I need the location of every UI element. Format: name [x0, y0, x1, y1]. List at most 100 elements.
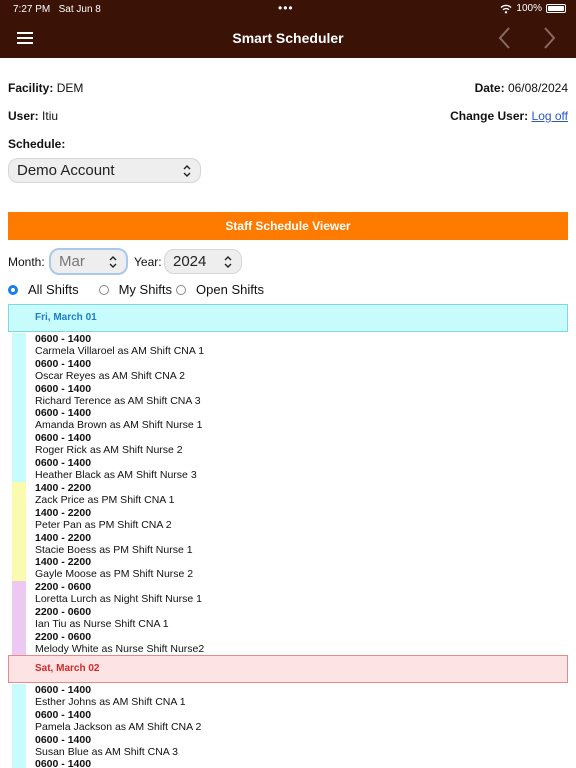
- date-label: Date:: [474, 81, 505, 95]
- shift-assignee: Zack Price as PM Shift CNA 1: [35, 494, 175, 506]
- shift-entry[interactable]: 2200 - 0600 Melody White as Nurse Shift N…: [35, 631, 568, 656]
- pm-shift-stripe: [12, 482, 26, 582]
- all-shifts-label: All Shifts: [28, 282, 79, 297]
- app-title: Smart Scheduler: [232, 30, 344, 46]
- schedule-list: Fri, March 01 0600 - 1400 Carmela Villaro…: [0, 304, 576, 768]
- month-select-value: Mar: [59, 253, 85, 270]
- user-value: Itiu: [42, 109, 59, 123]
- app-header: 7:27 PM Sat Jun 8 ••• 100% Smart Schedul…: [0, 0, 576, 58]
- schedule-label-row: Schedule:: [8, 137, 65, 151]
- previous-arrow-icon[interactable]: [495, 26, 515, 50]
- status-bar: 7:27 PM Sat Jun 8 ••• 100%: [0, 0, 576, 18]
- select-chevron-icon: [183, 165, 191, 177]
- shift-assignee: Ian Tiu as Nurse Shift CNA 1: [35, 617, 169, 630]
- shift-group-pm: 1400 - 2200 Zack Price as PM Shift CNA 1 …: [12, 482, 568, 582]
- open-shifts-label: Open Shifts: [196, 282, 264, 297]
- year-label: Year:: [134, 255, 162, 269]
- shift-entry[interactable]: 0600 - 1400 Susan Blue as AM Shift CNA 3: [35, 734, 568, 759]
- shift-entry[interactable]: 0600 - 1400 Pamela Jackson as AM Shift CN…: [35, 709, 568, 734]
- am-shift-stripe: [12, 333, 26, 482]
- day-header: Fri, March 01: [8, 304, 568, 332]
- user-label: User:: [8, 109, 39, 123]
- date-value: 06/08/2024: [507, 81, 568, 95]
- shift-group-am: 0600 - 1400 Esther Johns as AM Shift CNA …: [12, 684, 568, 768]
- shift-time: 0600 - 1400: [35, 733, 92, 746]
- status-date: Sat Jun 8: [58, 4, 101, 15]
- shift-time: 0600 - 1400: [35, 432, 92, 445]
- year-select[interactable]: 2024: [164, 249, 242, 274]
- month-label: Month:: [8, 255, 45, 269]
- shift-entry[interactable]: 0600 - 1400 Heather Black as AM Shift Nur…: [35, 457, 568, 482]
- shift-assignee: Peter Pan as PM Shift CNA 2: [35, 518, 172, 531]
- facility-label: Facility:: [8, 81, 54, 95]
- next-arrow-icon[interactable]: [539, 26, 559, 50]
- shift-time: 0600 - 1400: [35, 357, 92, 370]
- logoff-link[interactable]: Log off: [532, 109, 568, 123]
- shift-time: 0600 - 1400: [35, 708, 92, 721]
- my-shifts-label: My Shifts: [118, 282, 173, 297]
- my-shifts-radio[interactable]: [98, 284, 109, 295]
- shift-time: 0600 - 1400: [35, 684, 92, 696]
- status-time: 7:27 PM Sat Jun 8: [13, 4, 101, 15]
- battery-percent: 100%: [516, 3, 542, 14]
- shift-time: 1400 - 2200: [35, 531, 92, 544]
- shift-filter-radios: All Shifts My Shifts Open Shifts: [8, 282, 264, 297]
- shift-group-am: 0600 - 1400 Carmela Villaroel as AM Shift…: [12, 333, 568, 482]
- day-title: Sat, March 02: [35, 663, 100, 674]
- shift-assignee: Stacie Boess as PM Shift Nurse 1: [35, 543, 193, 556]
- facility-row: Facility: DEM: [8, 81, 83, 95]
- multitask-dots-icon[interactable]: •••: [278, 1, 294, 15]
- shift-entry[interactable]: 0600 - 1400 Roger Rick as AM Shift Nurse …: [35, 432, 568, 457]
- day-header: Sat, March 02: [8, 655, 568, 683]
- shift-entry[interactable]: 0600 - 1400 Esther Johns as AM Shift CNA …: [35, 684, 568, 709]
- shift-time: 1400 - 2200: [35, 506, 92, 519]
- month-select[interactable]: Mar: [49, 248, 128, 275]
- shift-entry[interactable]: 2200 - 0600 Loretta Lurch as Night Shift …: [35, 581, 568, 606]
- shift-time: 0600 - 1400: [35, 407, 92, 420]
- change-user-label: Change User:: [450, 109, 529, 123]
- user-row: User: Itiu: [8, 109, 58, 123]
- open-shifts-radio[interactable]: [176, 284, 187, 295]
- shift-assignee: Gayle Moose as PM Shift Nurse 2: [35, 568, 194, 581]
- status-clock: 7:27 PM: [13, 4, 51, 15]
- shift-assignee: Loretta Lurch as Night Shift Nurse 1: [35, 593, 202, 605]
- shift-time: 2200 - 0600: [35, 581, 92, 593]
- shift-time: 0600 - 1400: [35, 758, 92, 768]
- shift-entry[interactable]: 0600 - 1400: [35, 758, 568, 768]
- shift-time: 1400 - 2200: [35, 482, 92, 494]
- shift-assignee: Pamela Jackson as AM Shift CNA 2: [35, 720, 202, 733]
- shift-entry[interactable]: 1400 - 2200 Zack Price as PM Shift CNA 1: [35, 482, 568, 507]
- wifi-icon: [500, 4, 512, 13]
- shift-entry[interactable]: 0600 - 1400 Oscar Reyes as AM Shift CNA 2: [35, 358, 568, 383]
- shift-entry[interactable]: 2200 - 0600 Ian Tiu as Nurse Shift CNA 1: [35, 606, 568, 631]
- shift-time: 0600 - 1400: [35, 382, 92, 395]
- shift-time: 0600 - 1400: [35, 456, 92, 469]
- shift-entry[interactable]: 1400 - 2200 Stacie Boess as PM Shift Nurs…: [35, 532, 568, 557]
- am-shift-stripe: [12, 684, 26, 768]
- schedule-select-value: Demo Account: [17, 162, 115, 179]
- day-title: Fri, March 01: [35, 312, 97, 323]
- shift-time: 2200 - 0600: [35, 630, 92, 643]
- shift-entry[interactable]: 1400 - 2200 Gayle Moose as PM Shift Nurse…: [35, 556, 568, 581]
- shift-entry[interactable]: 0600 - 1400 Richard Terence as AM Shift C…: [35, 383, 568, 408]
- shift-entry[interactable]: 0600 - 1400 Amanda Brown as AM Shift Nurs…: [35, 407, 568, 432]
- year-chevron-icon: [224, 256, 232, 268]
- shift-time: 0600 - 1400: [35, 333, 92, 345]
- night-shift-stripe: [12, 581, 26, 656]
- shift-assignee: Amanda Brown as AM Shift Nurse 1: [35, 419, 203, 432]
- shift-assignee: Melody White as Nurse Shift Nurse2: [35, 642, 205, 655]
- status-indicators: 100%: [500, 3, 566, 14]
- schedule-select[interactable]: Demo Account: [8, 158, 201, 183]
- change-user-row: Change User: Log off: [450, 109, 568, 123]
- year-select-value: 2024: [173, 253, 207, 270]
- all-shifts-radio[interactable]: [8, 284, 18, 295]
- shift-time: 1400 - 2200: [35, 556, 92, 569]
- shift-assignee: Heather Black as AM Shift Nurse 3: [35, 468, 197, 481]
- shift-group-night: 2200 - 0600 Loretta Lurch as Night Shift …: [12, 581, 568, 656]
- facility-value: DEM: [56, 81, 84, 95]
- shift-entry[interactable]: 1400 - 2200 Peter Pan as PM Shift CNA 2: [35, 507, 568, 532]
- battery-icon: [546, 4, 566, 13]
- shift-assignee: Esther Johns as AM Shift CNA 1: [35, 696, 186, 708]
- shift-entry[interactable]: 0600 - 1400 Carmela Villaroel as AM Shift…: [35, 333, 568, 358]
- month-chevron-icon: [109, 256, 117, 268]
